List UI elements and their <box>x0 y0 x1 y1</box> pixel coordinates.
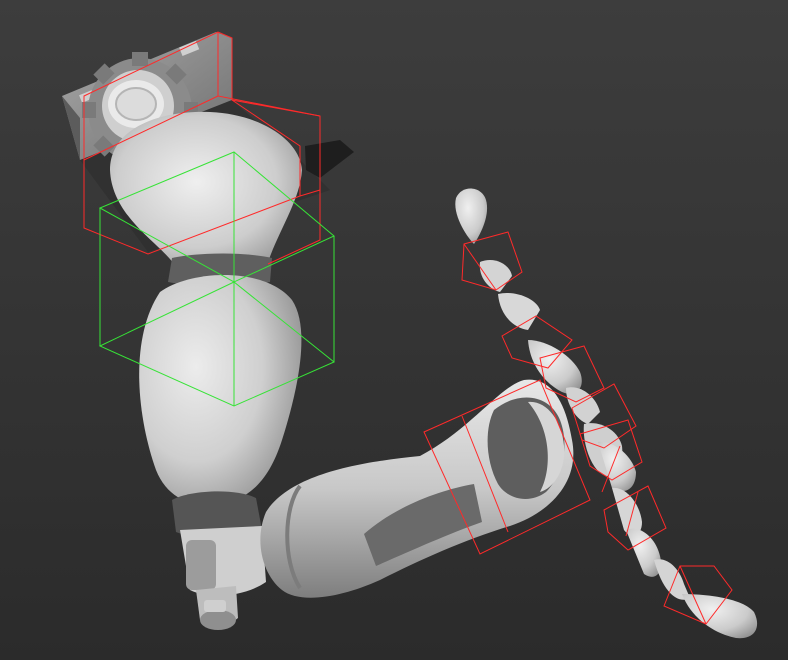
3d-viewport[interactable] <box>0 0 788 660</box>
scene-canvas[interactable] <box>0 0 788 660</box>
